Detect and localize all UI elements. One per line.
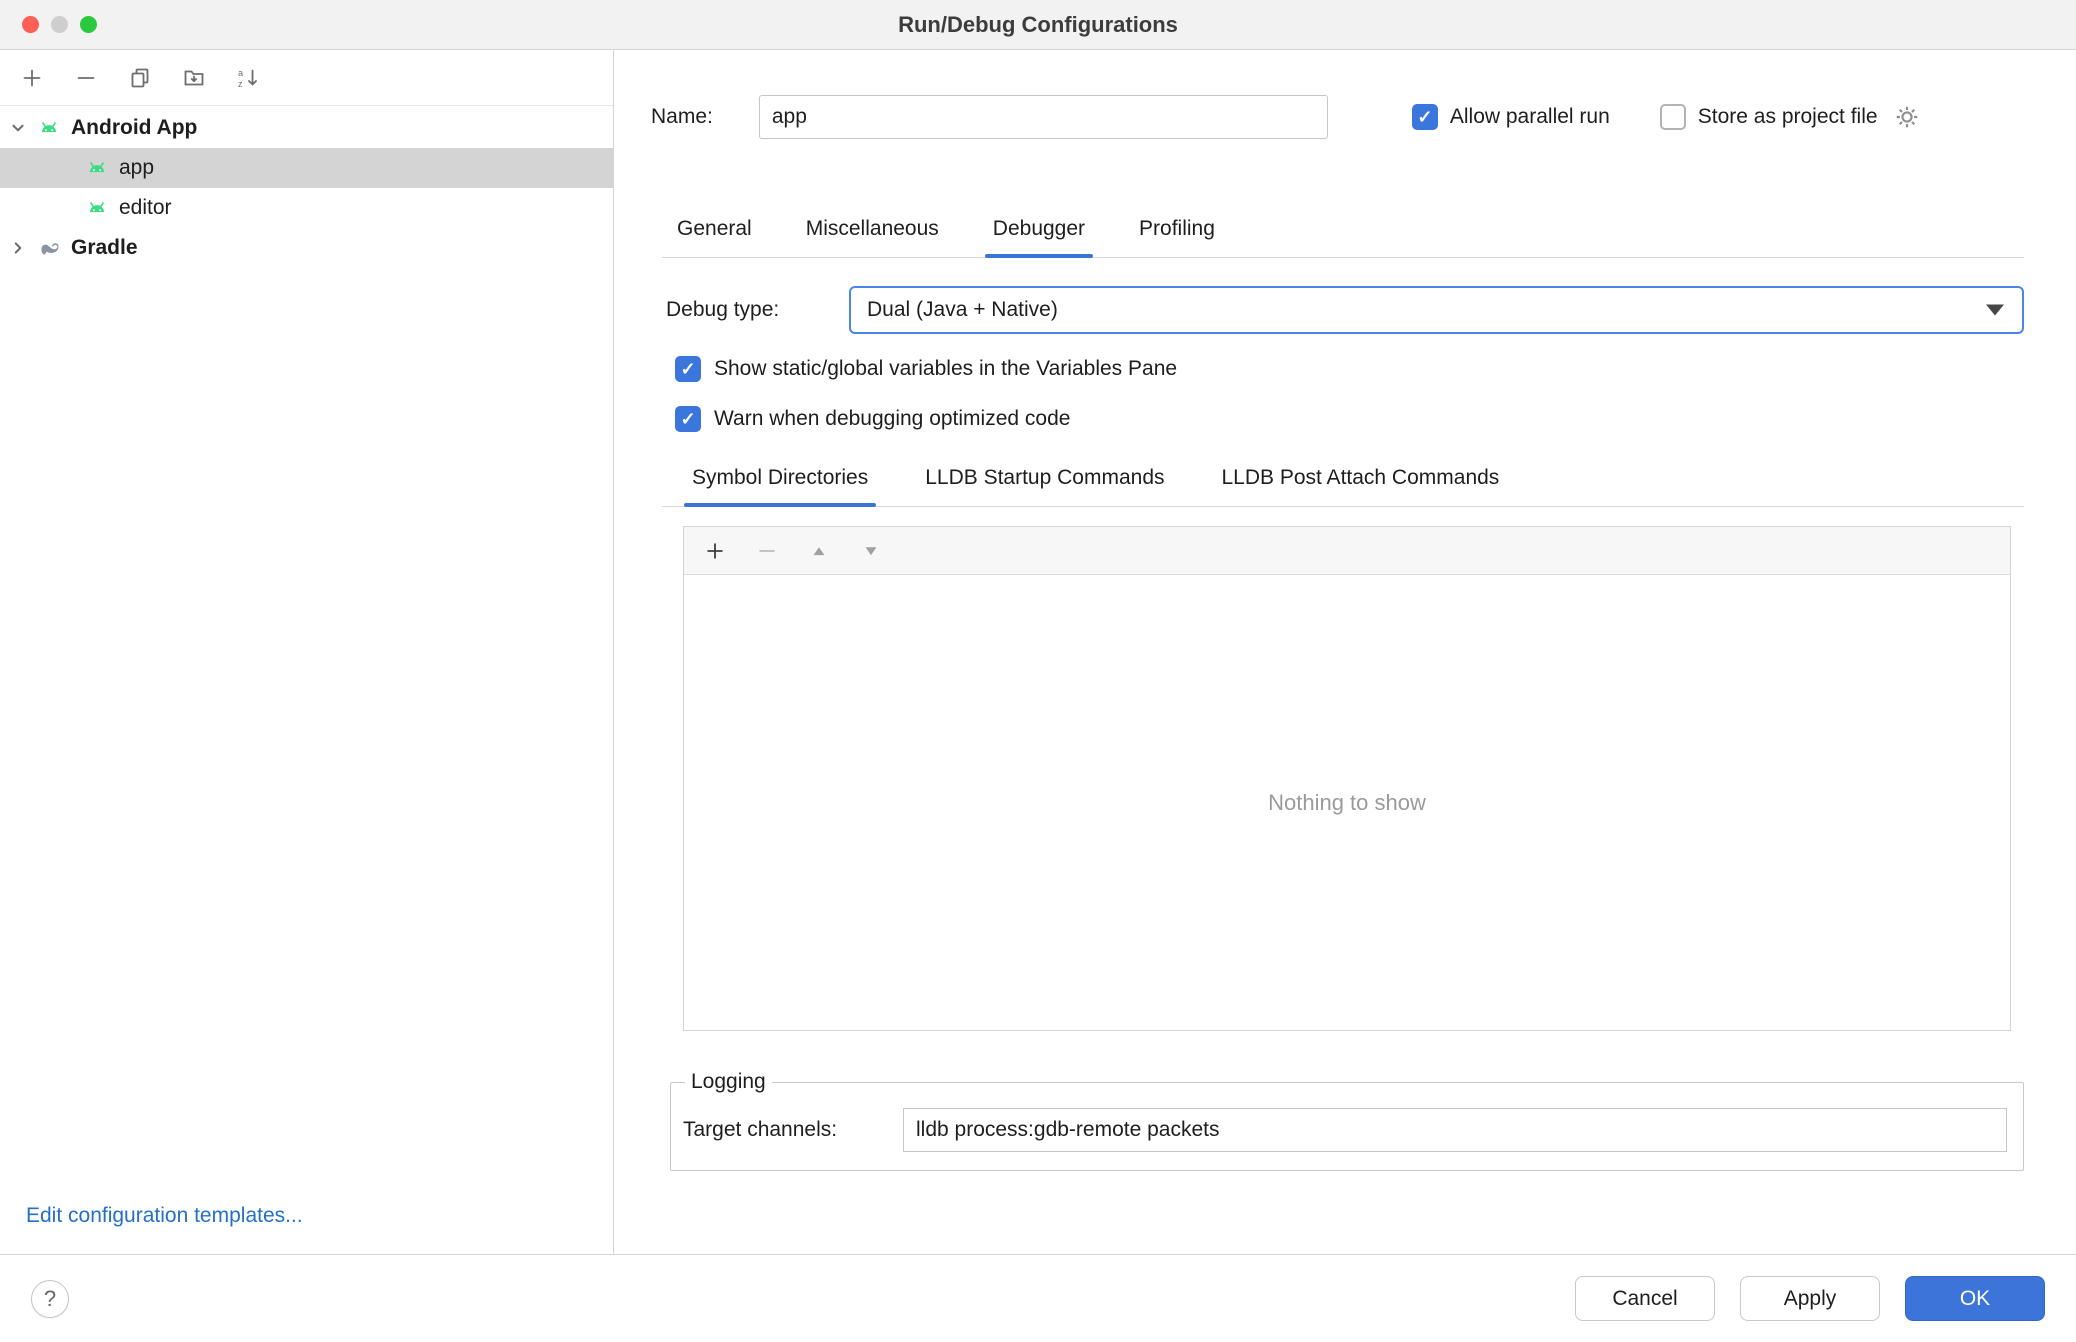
configuration-editor: Name: Allow parallel run Store as projec… — [614, 50, 2076, 1254]
sidebar-toolbar: a z — [0, 50, 613, 106]
remove-icon — [74, 66, 98, 90]
configurations-tree: Android App app editor — [0, 106, 613, 268]
android-icon — [36, 115, 62, 141]
ok-button[interactable]: OK — [1905, 1276, 2045, 1321]
help-button[interactable]: ? — [31, 1280, 69, 1318]
tab-general[interactable]: General — [675, 203, 754, 257]
tree-item-gradle[interactable]: Gradle — [0, 228, 613, 268]
subtab-lldb-startup-commands[interactable]: LLDB Startup Commands — [923, 452, 1166, 506]
window-title: Run/Debug Configurations — [898, 12, 1178, 38]
subtab-lldb-post-attach-commands[interactable]: LLDB Post Attach Commands — [1220, 452, 1502, 506]
add-icon — [20, 66, 44, 90]
config-tabs: General Miscellaneous Debugger Profiling — [662, 203, 2024, 258]
add-icon — [704, 540, 726, 562]
warn-optimized-label: Warn when debugging optimized code — [714, 407, 1070, 431]
target-channels-label: Target channels: — [681, 1118, 903, 1142]
tree-item-label: Android App — [71, 116, 197, 140]
run-debug-configurations-dialog: Run/Debug Configurations a — [0, 0, 2076, 1342]
allow-parallel-run-checkbox[interactable] — [1412, 104, 1438, 130]
show-static-row: Show static/global variables in the Vari… — [675, 356, 2024, 382]
store-as-project-file-checkbox[interactable] — [1660, 104, 1686, 130]
svg-text:a: a — [238, 68, 243, 78]
tree-item-app[interactable]: app — [0, 148, 613, 188]
debug-type-value: Dual (Java + Native) — [867, 298, 1058, 322]
debug-type-select[interactable]: Dual (Java + Native) — [849, 286, 2024, 334]
name-input[interactable] — [759, 95, 1328, 139]
chevron-down-icon[interactable] — [0, 119, 36, 137]
debugger-subtabs: Symbol Directories LLDB Startup Commands… — [662, 452, 2024, 507]
cancel-button[interactable]: Cancel — [1575, 1276, 1715, 1321]
move-down-button[interactable] — [852, 532, 890, 570]
target-channels-input[interactable] — [903, 1108, 2007, 1152]
zoom-window-icon[interactable] — [80, 16, 97, 33]
dialog-footer: ? Cancel Apply OK — [0, 1254, 2076, 1342]
debug-type-row: Debug type: Dual (Java + Native) — [666, 286, 2024, 334]
tree-item-label: Gradle — [71, 236, 138, 260]
name-label: Name: — [651, 105, 713, 129]
save-configuration-button[interactable] — [174, 58, 214, 98]
move-up-button[interactable] — [800, 532, 838, 570]
target-channels-row: Target channels: — [681, 1108, 2007, 1152]
store-as-project-file-label: Store as project file — [1698, 105, 1878, 129]
show-static-label: Show static/global variables in the Vari… — [714, 357, 1177, 381]
titlebar: Run/Debug Configurations — [0, 0, 2076, 50]
logging-legend: Logging — [685, 1070, 772, 1094]
tab-profiling[interactable]: Profiling — [1137, 203, 1217, 257]
chevron-right-icon[interactable] — [0, 239, 36, 257]
warn-optimized-checkbox[interactable] — [675, 406, 701, 432]
android-icon — [84, 195, 110, 221]
sort-configurations-button[interactable]: a z — [228, 58, 268, 98]
remove-icon — [756, 540, 778, 562]
android-icon — [84, 155, 110, 181]
warn-optimized-row: Warn when debugging optimized code — [675, 406, 2024, 432]
debug-type-label: Debug type: — [666, 298, 849, 322]
arrow-down-icon — [861, 541, 881, 561]
arrow-up-icon — [809, 541, 829, 561]
minimize-window-icon[interactable] — [51, 16, 68, 33]
allow-parallel-run-label: Allow parallel run — [1450, 105, 1610, 129]
dialog-body: a z Android App — [0, 50, 2076, 1254]
gear-icon — [1894, 104, 1920, 130]
subtab-symbol-directories[interactable]: Symbol Directories — [690, 452, 870, 506]
add-row-button[interactable] — [696, 532, 734, 570]
tab-debugger[interactable]: Debugger — [991, 203, 1087, 257]
svg-text:z: z — [238, 79, 243, 89]
question-mark-icon: ? — [44, 1286, 56, 1312]
remove-row-button[interactable] — [748, 532, 786, 570]
copy-configuration-button[interactable] — [120, 58, 160, 98]
table-toolbar — [684, 527, 2010, 575]
allow-parallel-run-group: Allow parallel run — [1412, 104, 1610, 130]
store-as-project-file-group: Store as project file — [1660, 104, 1878, 130]
tree-item-editor[interactable]: editor — [0, 188, 613, 228]
apply-button[interactable]: Apply — [1740, 1276, 1880, 1321]
logging-section: Logging Target channels: — [670, 1070, 2024, 1171]
remove-configuration-button[interactable] — [66, 58, 106, 98]
name-row: Name: Allow parallel run Store as projec… — [651, 95, 2036, 139]
store-settings-button[interactable] — [1894, 104, 1920, 130]
configurations-sidebar: a z Android App — [0, 50, 614, 1254]
tree-item-label: app — [119, 156, 154, 180]
tab-miscellaneous[interactable]: Miscellaneous — [804, 203, 941, 257]
tree-item-label: editor — [119, 196, 172, 220]
add-configuration-button[interactable] — [12, 58, 52, 98]
show-static-checkbox[interactable] — [675, 356, 701, 382]
sort-alphabetically-icon: a z — [236, 66, 260, 90]
copy-icon — [128, 66, 152, 90]
traffic-lights — [22, 0, 97, 49]
empty-table-message: Nothing to show — [684, 575, 2010, 1030]
chevron-down-icon — [1986, 305, 2004, 316]
gradle-icon — [36, 235, 62, 261]
tree-item-android-app[interactable]: Android App — [0, 108, 613, 148]
save-folder-icon — [182, 66, 206, 90]
close-window-icon[interactable] — [22, 16, 39, 33]
symbol-directories-table: Nothing to show — [683, 526, 2011, 1031]
edit-configuration-templates-link[interactable]: Edit configuration templates... — [26, 1204, 303, 1228]
